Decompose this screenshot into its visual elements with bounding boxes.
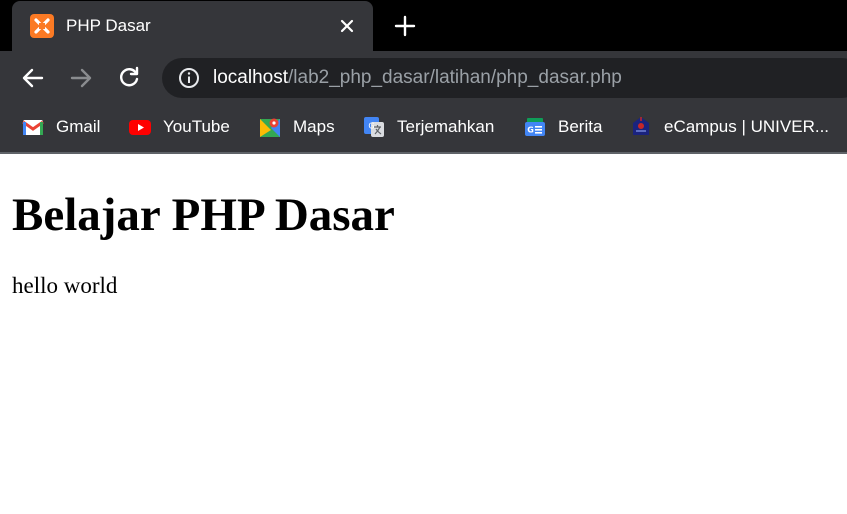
- news-icon: G: [523, 115, 547, 139]
- university-icon: [629, 115, 653, 139]
- bookmark-label: Terjemahkan: [397, 117, 495, 136]
- bookmarks-bar: Gmail YouTube Maps G Terjemahkan G Berit…: [0, 104, 847, 154]
- svg-text:G: G: [368, 122, 374, 131]
- bookmark-label: YouTube: [163, 117, 230, 136]
- forward-arrow-icon[interactable]: [67, 64, 95, 92]
- youtube-icon: [128, 115, 152, 139]
- bookmark-label: Gmail: [56, 117, 101, 136]
- url-host: localhost: [213, 67, 288, 88]
- page-heading: Belajar PHP Dasar: [12, 189, 395, 241]
- gmail-icon: [21, 115, 45, 139]
- bookmark-label: eCampus | UNIVER...: [664, 117, 830, 136]
- site-info-icon[interactable]: [177, 66, 201, 90]
- svg-text:G: G: [527, 126, 534, 135]
- translate-icon: G: [362, 115, 386, 139]
- bookmark-label: Maps: [293, 117, 335, 136]
- url-text[interactable]: localhost/lab2_php_dasar/latihan/php_das…: [213, 66, 622, 90]
- new-tab-plus-icon[interactable]: [390, 11, 420, 41]
- page-viewport: Belajar PHP Dasar hello world: [0, 154, 847, 514]
- tab-strip: PHP Dasar: [0, 0, 847, 51]
- toolbar: localhost/lab2_php_dasar/latihan/php_das…: [0, 51, 847, 104]
- maps-icon: [258, 115, 282, 139]
- back-arrow-icon[interactable]: [19, 64, 47, 92]
- xampp-icon: [30, 14, 54, 38]
- url-path: /lab2_php_dasar/latihan/php_dasar.php: [288, 67, 622, 88]
- reload-icon[interactable]: [115, 64, 143, 92]
- page-paragraph: hello world: [12, 273, 118, 298]
- close-tab-icon[interactable]: [334, 13, 360, 39]
- tab-title: PHP Dasar: [66, 16, 151, 35]
- bookmark-label: Berita: [558, 117, 603, 136]
